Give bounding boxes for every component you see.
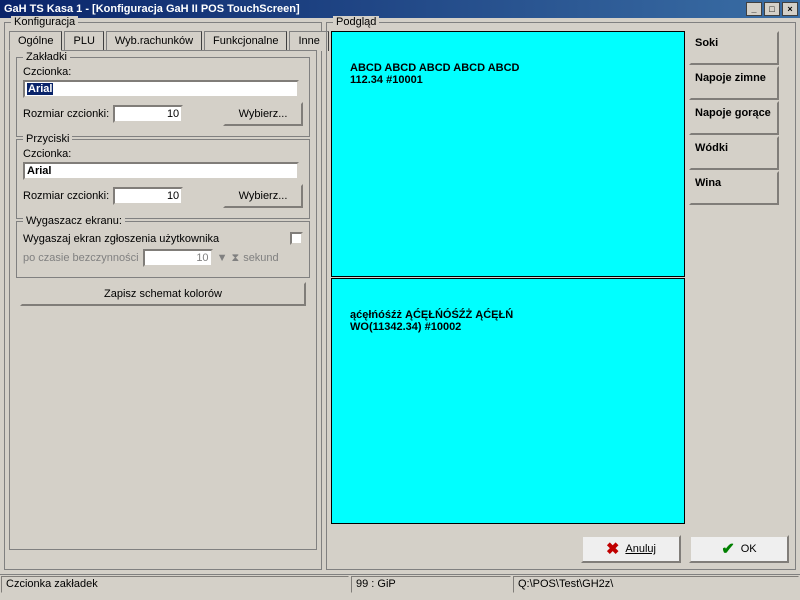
preview-panel: Podgląd ABCD ABCD ABCD ABCD ABCD 112.34 …: [326, 22, 796, 570]
zakladki-group: Zakładki Czcionka: Arial Rozmiar czcionk…: [16, 57, 310, 137]
idle-input: [143, 249, 213, 267]
ok-button[interactable]: ✔ OK: [689, 535, 789, 563]
screensaver-checkbox-label: Wygaszaj ekran zgłoszenia użytkownika: [23, 233, 219, 245]
seconds-label: sekund: [243, 252, 278, 264]
config-panel: Konfiguracja Ogólne PLU Wyb.rachunków Fu…: [4, 22, 322, 570]
statusbar: Czcionka zakładek 99 : GiP Q:\POS\Test\G…: [0, 574, 800, 594]
spinner-icon: ▼: [217, 252, 228, 264]
close-button[interactable]: ×: [782, 2, 798, 16]
status-user: 99 : GiP: [351, 576, 511, 593]
idle-label: po czasie bezczynności: [23, 252, 139, 264]
cancel-icon: ✖: [606, 539, 619, 559]
screensaver-legend: Wygaszacz ekranu:: [23, 215, 125, 227]
category-soki[interactable]: Soki: [689, 31, 779, 65]
titlebar: GaH TS Kasa 1 - [Konfiguracja GaH II POS…: [0, 0, 800, 18]
przyciski-group: Przyciski Czcionka: Arial Rozmiar czcion…: [16, 139, 310, 219]
przyciski-size-label: Rozmiar czcionki:: [23, 190, 109, 202]
zakladki-font-label: Czcionka:: [23, 66, 303, 78]
config-legend: Konfiguracja: [11, 16, 78, 28]
tab-other[interactable]: Inne: [289, 31, 328, 51]
minimize-button[interactable]: _: [746, 2, 762, 16]
przyciski-legend: Przyciski: [23, 133, 72, 145]
zakladki-size-input[interactable]: [113, 105, 183, 123]
preview-tile-1: ABCD ABCD ABCD ABCD ABCD 112.34 #10001: [331, 31, 685, 277]
preview-legend: Podgląd: [333, 16, 379, 28]
category-napoje-zimne[interactable]: Napoje zimne: [689, 66, 779, 100]
zakladki-size-label: Rozmiar czcionki:: [23, 108, 109, 120]
window-title: GaH TS Kasa 1 - [Konfiguracja GaH II POS…: [2, 3, 744, 15]
cancel-button[interactable]: ✖ Anuluj: [581, 535, 681, 563]
screensaver-group: Wygaszacz ekranu: Wygaszaj ekran zgłosze…: [16, 221, 310, 278]
save-scheme-button[interactable]: Zapisz schemat kolorów: [20, 282, 306, 306]
preview-tile-2: ąćęłńóśźż ĄĆĘŁŃÓŚŹŻ ĄĆĘŁŃ WO(11342.34) #…: [331, 278, 685, 524]
tab-bills[interactable]: Wyb.rachunków: [106, 31, 202, 51]
category-napoje-gorace[interactable]: Napoje gorące: [689, 101, 779, 135]
tab-functional[interactable]: Funkcjonalne: [204, 31, 287, 51]
przyciski-font-label: Czcionka:: [23, 148, 303, 160]
tab-general[interactable]: Ogólne: [9, 31, 62, 51]
zakladki-choose-button[interactable]: Wybierz...: [223, 102, 303, 126]
ok-icon: ✔: [721, 539, 734, 559]
przyciski-choose-button[interactable]: Wybierz...: [223, 184, 303, 208]
tabs: Ogólne PLU Wyb.rachunków Funkcjonalne In…: [9, 31, 321, 51]
maximize-button[interactable]: □: [764, 2, 780, 16]
hourglass-icon: ⧗: [231, 252, 239, 265]
screensaver-checkbox[interactable]: [290, 232, 303, 245]
zakladki-legend: Zakładki: [23, 51, 70, 63]
przyciski-font-input[interactable]: Arial: [23, 162, 299, 180]
zakladki-font-input[interactable]: Arial: [23, 80, 299, 98]
category-wina[interactable]: Wina: [689, 171, 779, 205]
category-wodki[interactable]: Wódki: [689, 136, 779, 170]
status-path: Q:\POS\Test\GH2z\: [513, 576, 799, 593]
status-hint: Czcionka zakładek: [1, 576, 349, 593]
przyciski-size-input[interactable]: [113, 187, 183, 205]
tab-plu[interactable]: PLU: [64, 31, 103, 51]
